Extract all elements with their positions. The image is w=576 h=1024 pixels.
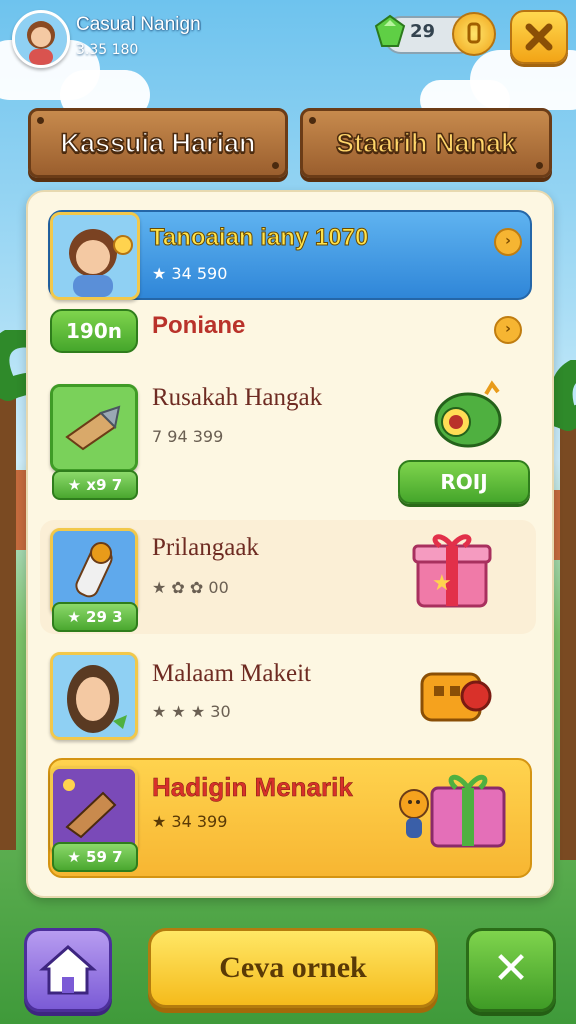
tab-daily-label: Kassuia Harian — [60, 127, 257, 159]
item-1-level-badge: ★ x9 7 — [52, 470, 138, 500]
item-4-level-badge: ★ 59 7 — [52, 842, 138, 872]
home-button[interactable] — [24, 928, 112, 1012]
player-avatar[interactable] — [12, 10, 70, 68]
toolbox-icon — [420, 672, 492, 722]
item-1-thumbnail — [50, 384, 138, 472]
tab-special[interactable]: Staarih Nanak — [300, 108, 552, 178]
close-icon: ✕ — [492, 943, 530, 994]
woman-portrait-icon — [53, 655, 135, 737]
top-bar: Casual Nanign 3.35 180 29 — [0, 0, 576, 80]
featured-info-icon[interactable]: › — [494, 228, 522, 256]
featured-quest-title: Tanoaian iany 1070 — [149, 224, 369, 252]
main-action-label: Ceva ornek — [219, 951, 367, 984]
featured-character-thumbnail — [50, 212, 140, 300]
close-icon — [525, 23, 553, 51]
item-1-progress: 7 94 399 — [152, 427, 224, 446]
drill-tool-icon — [53, 387, 135, 469]
drill-bit-icon — [53, 769, 135, 851]
item-3-name: Malaam Makeit — [152, 660, 311, 687]
item-2-name: Prilangaak — [152, 534, 259, 561]
item-3-reward: ★ ★ ★ 30 — [152, 702, 231, 721]
tab-daily[interactable]: Kassuia Harian — [28, 108, 288, 178]
bottle-tool-icon — [53, 531, 135, 613]
item-4-thumbnail — [50, 766, 138, 854]
tab-special-label: Staarih Nanak — [335, 127, 517, 159]
home-icon — [39, 945, 97, 995]
item-4-name: Hadigin Menarik — [152, 772, 353, 803]
item-3-thumbnail — [50, 652, 138, 740]
close-button[interactable]: ✕ — [466, 928, 556, 1012]
green-gem-icon — [374, 14, 406, 47]
svg-text:★: ★ — [432, 571, 452, 596]
item-4-reward: ★ 34 399 — [152, 812, 228, 831]
green-monster-icon — [434, 380, 502, 448]
section-title: Poniane — [152, 312, 246, 339]
claim-button[interactable]: ROIJ — [398, 460, 530, 504]
top-close-button[interactable] — [510, 10, 568, 64]
section-info-icon[interactable]: › — [494, 316, 522, 344]
player-name: Casual Nanign — [76, 14, 201, 35]
coin-shop-button[interactable] — [452, 12, 496, 56]
coin-icon — [467, 22, 481, 44]
gem-count: 29 — [410, 21, 436, 42]
item-2-reward: ★ ✿ ✿ 00 — [152, 578, 229, 597]
gift-box-icon: ★ — [412, 534, 492, 608]
item-2-level-badge: ★ 29 3 — [52, 602, 138, 632]
character-portrait-icon — [53, 215, 137, 297]
featured-quest-reward: ★ 34 590 — [152, 264, 228, 283]
player-score: 3.35 180 — [76, 42, 139, 58]
section-timer: 190n — [50, 309, 138, 353]
avatar-portrait-icon — [15, 13, 67, 65]
item-1-name: Rusakah Hangak — [152, 384, 323, 411]
gift-with-character-icon — [399, 774, 506, 848]
main-action-button[interactable]: Ceva ornek — [148, 928, 438, 1008]
